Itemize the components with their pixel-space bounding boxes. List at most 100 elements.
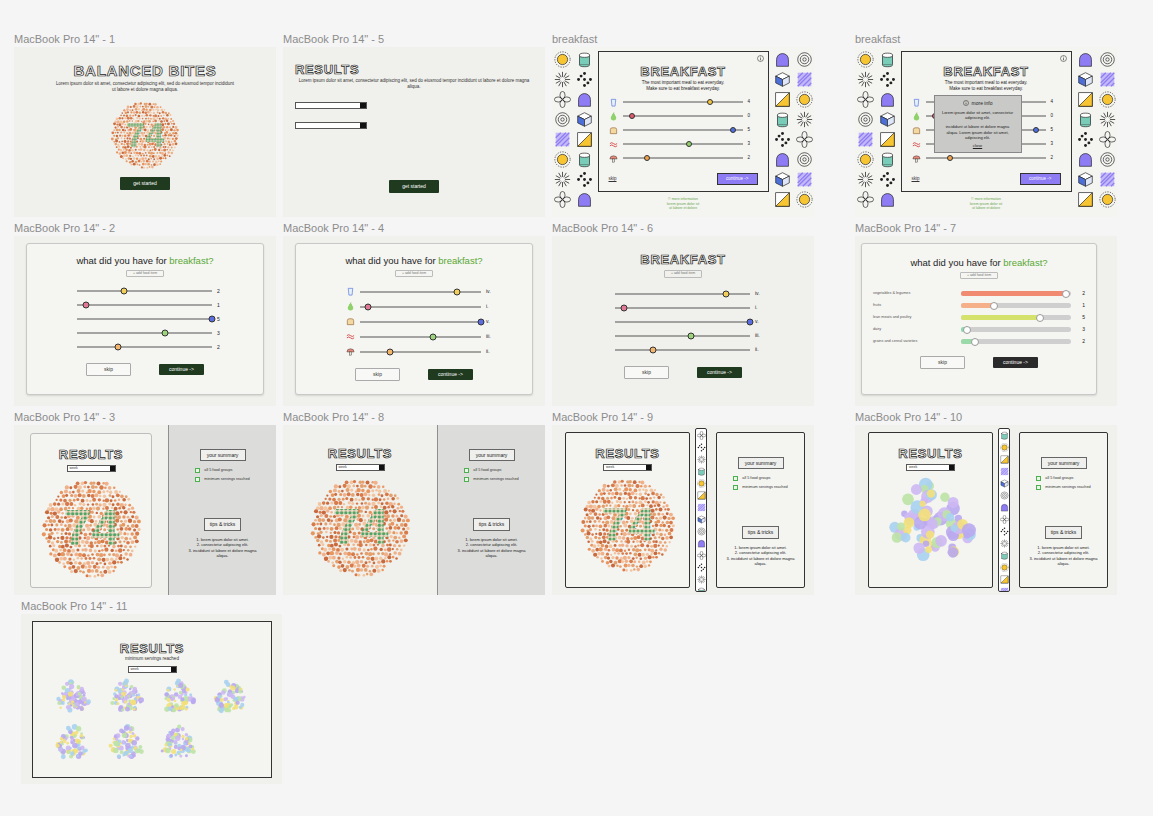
slider-thumb[interactable] xyxy=(1062,290,1070,298)
slider-thumb[interactable] xyxy=(621,304,628,311)
slider[interactable] xyxy=(615,290,750,298)
slider-thumb[interactable] xyxy=(365,303,372,310)
frame-artboard[interactable]: RESULTSLorem ipsum dolor sit amet, conse… xyxy=(283,47,545,217)
slider-thumb[interactable] xyxy=(971,338,979,346)
info-icon[interactable] xyxy=(1060,55,1067,62)
slider[interactable] xyxy=(360,348,481,356)
slider[interactable] xyxy=(77,287,212,295)
slider-thumb[interactable] xyxy=(429,333,436,340)
continue-button[interactable]: continue -> xyxy=(697,367,742,378)
slider[interactable] xyxy=(961,327,1071,332)
skip-link[interactable]: skip xyxy=(912,177,920,182)
checkbox[interactable] xyxy=(733,485,738,490)
slider[interactable] xyxy=(623,126,743,134)
checkbox[interactable] xyxy=(1036,485,1041,490)
add-item-pill[interactable]: + add food item xyxy=(664,270,702,278)
slider-thumb[interactable] xyxy=(644,155,650,161)
get-started-button[interactable]: get started xyxy=(389,180,439,193)
slider-thumb[interactable] xyxy=(963,326,971,334)
slider-thumb[interactable] xyxy=(722,290,729,297)
frame-artboard[interactable]: what did you have forbreakfast?+ add foo… xyxy=(855,236,1117,406)
slider-thumb[interactable] xyxy=(747,318,754,325)
slider[interactable] xyxy=(961,339,1071,344)
skip-button[interactable]: skip xyxy=(624,366,669,379)
slider-thumb[interactable] xyxy=(161,330,168,337)
info-icon[interactable] xyxy=(963,100,969,106)
slider-thumb[interactable] xyxy=(990,302,998,310)
slider-thumb[interactable] xyxy=(478,318,485,325)
select-field[interactable] xyxy=(295,122,367,129)
slider-thumb[interactable] xyxy=(730,127,736,133)
slider-thumb[interactable] xyxy=(629,113,635,119)
checkbox[interactable] xyxy=(195,468,200,473)
slider[interactable] xyxy=(926,154,1046,162)
slider[interactable] xyxy=(961,291,1071,296)
slider[interactable] xyxy=(360,333,481,341)
slider[interactable] xyxy=(77,301,212,309)
slider[interactable] xyxy=(360,318,481,326)
checkbox[interactable] xyxy=(464,468,469,473)
slider[interactable] xyxy=(615,346,750,354)
slider[interactable] xyxy=(77,315,212,323)
frame-artboard[interactable]: RESULTSweek74your summaryall 5 food grou… xyxy=(283,425,545,595)
slider[interactable] xyxy=(961,303,1071,308)
frame-artboard[interactable]: RESULTSweek74your summaryall 5 food grou… xyxy=(552,425,814,595)
continue-button[interactable]: continue -> xyxy=(717,173,757,186)
slider[interactable] xyxy=(623,112,743,120)
get-started-button[interactable]: get started xyxy=(120,177,170,190)
select-field[interactable] xyxy=(295,102,367,109)
week-dropdown[interactable]: week xyxy=(603,464,652,471)
frame-artboard[interactable]: RESULTSweek74your summaryall 5 food grou… xyxy=(14,425,276,595)
skip-button[interactable]: skip xyxy=(920,356,965,369)
frame-artboard[interactable]: BREAKFASTThe most important meal to eat … xyxy=(855,47,1117,217)
slider[interactable] xyxy=(360,288,481,296)
slider-thumb[interactable] xyxy=(947,155,953,161)
continue-button[interactable]: continue -> xyxy=(993,357,1038,368)
week-dropdown[interactable]: week xyxy=(336,464,385,471)
frame-artboard[interactable]: BALANCED BITESLorem ipsum dolor sit amet… xyxy=(14,47,276,217)
add-item-pill[interactable]: + add food item xyxy=(126,270,164,278)
slider-thumb[interactable] xyxy=(686,141,692,147)
checkbox[interactable] xyxy=(464,477,469,482)
frame-artboard[interactable]: what did you have forbreakfast?+ add foo… xyxy=(14,236,276,406)
slider[interactable] xyxy=(615,318,750,326)
slider[interactable] xyxy=(615,304,750,312)
slider[interactable] xyxy=(623,154,743,162)
continue-button[interactable]: continue -> xyxy=(1020,173,1060,186)
frame-artboard[interactable]: what did you have forbreakfast?+ add foo… xyxy=(283,236,545,406)
frame-artboard[interactable]: RESULTSminimum servings reachedweek xyxy=(21,614,282,784)
checkbox[interactable] xyxy=(733,476,738,481)
slider-thumb[interactable] xyxy=(1036,314,1044,322)
week-dropdown[interactable]: week xyxy=(67,465,116,472)
slider[interactable] xyxy=(615,332,750,340)
slider[interactable] xyxy=(623,98,743,106)
slider[interactable] xyxy=(623,140,743,148)
slider-thumb[interactable] xyxy=(1033,127,1039,133)
slider[interactable] xyxy=(77,343,212,351)
add-item-pill[interactable]: + add food item xyxy=(960,272,998,280)
frame-artboard[interactable]: BREAKFASTThe most important meal to eat … xyxy=(552,47,814,217)
slider[interactable] xyxy=(961,315,1071,320)
slider-thumb[interactable] xyxy=(114,344,121,351)
slider-thumb[interactable] xyxy=(121,288,128,295)
add-item-pill[interactable]: + add food item xyxy=(395,270,433,278)
slider-thumb[interactable] xyxy=(387,348,394,355)
continue-button[interactable]: continue -> xyxy=(159,364,204,375)
slider-thumb[interactable] xyxy=(687,332,694,339)
week-dropdown[interactable]: week xyxy=(906,464,955,471)
slider-thumb[interactable] xyxy=(83,302,90,309)
slider[interactable] xyxy=(360,303,481,311)
frame-artboard[interactable]: RESULTSweekyour summaryall 5 food groups… xyxy=(855,425,1117,595)
slider-thumb[interactable] xyxy=(453,288,460,295)
continue-button[interactable]: continue -> xyxy=(428,369,473,380)
week-dropdown[interactable]: week xyxy=(128,666,177,673)
slider-thumb[interactable] xyxy=(649,346,656,353)
skip-button[interactable]: skip xyxy=(355,368,400,381)
info-icon[interactable] xyxy=(757,55,764,62)
slider[interactable] xyxy=(77,329,212,337)
frame-artboard[interactable]: BREAKFAST+ add food itemiv.i.v.iii.ii.sk… xyxy=(552,236,814,406)
slider-thumb[interactable] xyxy=(707,99,713,105)
skip-link[interactable]: skip xyxy=(609,177,617,182)
checkbox[interactable] xyxy=(195,477,200,482)
close-link[interactable]: close xyxy=(973,144,982,148)
